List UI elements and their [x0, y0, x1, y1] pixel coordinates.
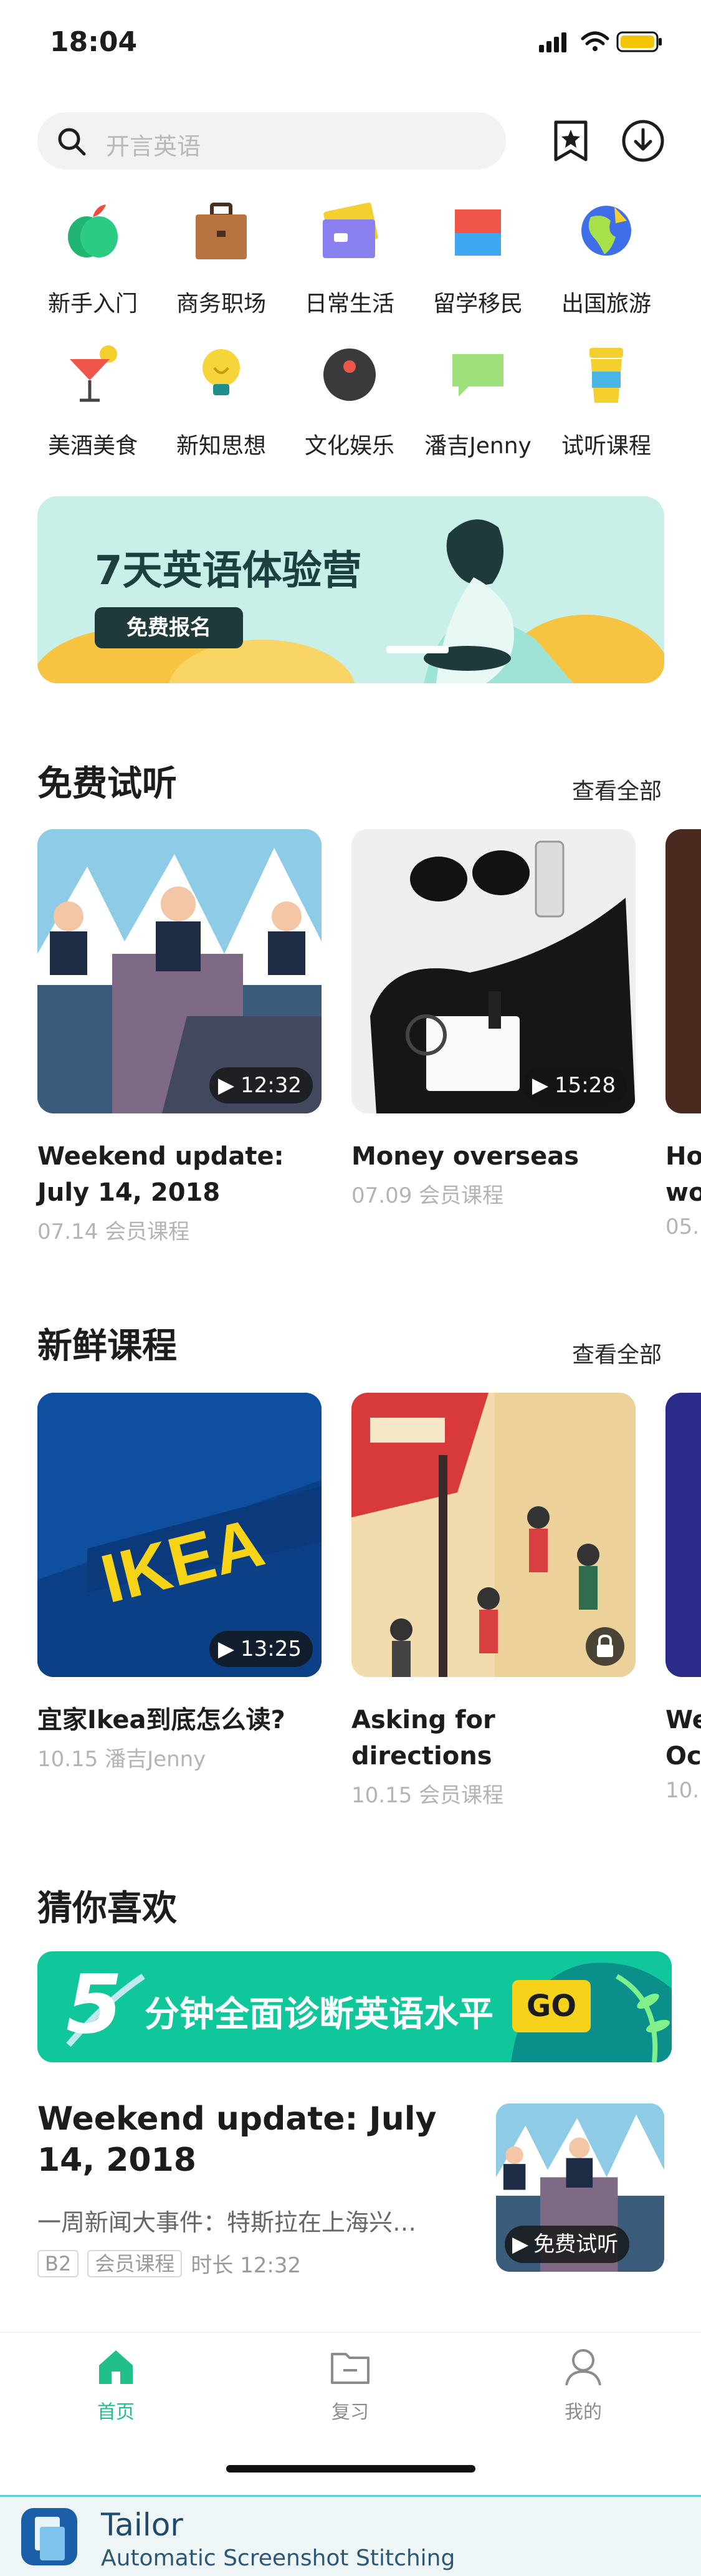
duration-badge: ▶ 12:32: [209, 1067, 313, 1103]
status-icons: [539, 31, 662, 52]
vinyl-record-icon: [323, 348, 376, 401]
category-trial[interactable]: 试听课程: [547, 340, 665, 478]
recommend-description: 一周新闻大事件：特斯拉在上海兴…: [37, 2209, 417, 2236]
category-food-drink[interactable]: 美酒美食: [34, 340, 152, 478]
course-card[interactable]: Asking for directions 10.15 会员课程: [351, 1393, 644, 1809]
person-icon: [565, 2349, 601, 2386]
recommend-duration: 时长 12:32: [191, 2253, 302, 2278]
level-tag: B2: [37, 2249, 79, 2277]
course-card[interactable]: ▶ 15:28 Money overseas 07.09 会员课程: [351, 829, 644, 1209]
play-icon: ▶: [217, 1073, 235, 1098]
course-meta: 07.14 会员课程: [37, 1219, 190, 1244]
tailor-subtitle: Automatic Screenshot Stitching: [101, 2545, 455, 2571]
recommend-thumbnail[interactable]: ▶ 免费试听: [496, 2103, 664, 2272]
course-meta: 10.15 潘吉Jenny: [37, 1747, 206, 1772]
free-trial-see-all[interactable]: 查看全部: [572, 773, 662, 805]
globe-icon: [581, 206, 631, 256]
home-indicator: [226, 2465, 475, 2473]
play-circle-icon: ▶: [512, 2232, 529, 2257]
play-icon: ▶: [532, 1073, 549, 1098]
flag-icon: [455, 209, 501, 256]
diagnosis-text: 分钟全面诊断英语水平: [145, 1994, 494, 2035]
course-thumbnail: [665, 1393, 701, 1677]
search-bar[interactable]: 开言英语: [37, 112, 506, 170]
course-thumbnail: [351, 1393, 636, 1677]
course-card-partial[interactable]: We Oc 10.1: [665, 1393, 701, 1803]
speech-bubble-icon: [452, 354, 503, 396]
home-icon: [99, 2350, 133, 2384]
recommend-title[interactable]: Weekend update: July 14, 2018: [37, 2098, 474, 2181]
diagnosis-number: 5: [66, 1957, 123, 2052]
category-beginner[interactable]: 新手入门: [34, 198, 152, 335]
lightbulb-icon: [203, 349, 240, 395]
wifi-icon: [581, 31, 609, 51]
guess-you-like-title: 猜你喜欢: [37, 1888, 177, 1929]
diagnosis-banner[interactable]: 5 分钟全面诊断英语水平 GO: [37, 1951, 672, 2062]
promo-banner[interactable]: 7天英语体验营 免费报名: [37, 496, 664, 683]
download-icon[interactable]: [621, 118, 665, 163]
course-title: Asking for directions: [351, 1706, 495, 1771]
tailor-name: Tailor: [101, 2507, 183, 2543]
tab-profile[interactable]: 我的: [521, 2345, 646, 2424]
folder-icon: [331, 2353, 370, 2384]
search-placeholder: 开言英语: [106, 133, 201, 160]
course-thumbnail: [665, 829, 701, 1113]
coffee-cup-icon: [589, 348, 623, 403]
course-card[interactable]: ▶ 12:32 Weekend update: July 14, 2018 07.…: [37, 829, 330, 1245]
category-new-ideas[interactable]: 新知思想: [162, 340, 280, 478]
course-title: Weekend update: July 14, 2018: [37, 1142, 284, 1207]
battery-icon: [616, 31, 662, 52]
duration-badge: ▶ 15:28: [523, 1067, 627, 1103]
search-icon: [58, 128, 86, 156]
fresh-courses-title: 新鲜课程: [37, 1326, 177, 1367]
tab-bar: 首页 复习 我的: [0, 2332, 701, 2500]
lock-icon: [586, 1627, 624, 1666]
fresh-courses-see-all[interactable]: 查看全部: [572, 1337, 662, 1369]
wallet-icon: [323, 202, 378, 258]
course-meta: 10.1: [665, 1778, 701, 1803]
recommend-tags: B2 会员课程 时长 12:32: [37, 2248, 301, 2279]
cocktail-icon: [70, 345, 117, 402]
status-time: 18:04: [50, 26, 138, 58]
banner-title: 7天英语体验营: [95, 548, 362, 594]
course-meta: 07.09 会员课程: [351, 1183, 504, 1208]
course-thumbnail: IKEA ▶ 13:25: [37, 1393, 322, 1677]
tailor-bar: Tailor Automatic Screenshot Stitching: [0, 2495, 701, 2576]
briefcase-icon: [196, 203, 247, 259]
tab-review[interactable]: 复习: [288, 2345, 412, 2424]
course-title: Ho wo: [665, 1142, 701, 1207]
course-title: Money overseas: [351, 1142, 579, 1171]
banner-signup-button[interactable]: 免费报名: [95, 607, 243, 648]
apple-icon: [68, 204, 118, 257]
course-meta: 10.15 会员课程: [351, 1783, 504, 1808]
category-travel[interactable]: 出国旅游: [547, 198, 665, 335]
diagnosis-go-button[interactable]: GO: [512, 1980, 591, 2032]
member-tag: 会员课程: [87, 2249, 183, 2277]
category-culture[interactable]: 文化娱乐: [290, 340, 409, 478]
course-thumbnail: ▶ 12:32: [37, 829, 322, 1113]
category-jenny[interactable]: 潘吉Jenny: [419, 340, 537, 478]
bookmark-star-icon[interactable]: [548, 118, 593, 163]
free-trial-title: 免费试听: [37, 764, 177, 804]
course-card-partial[interactable]: Ho wo 05.1: [665, 829, 701, 1239]
course-card[interactable]: IKEA ▶ 13:25 宜家Ikea到底怎么读? 10.15 潘吉Jenny: [37, 1393, 330, 1772]
duration-badge: ▶ 13:25: [209, 1631, 313, 1667]
category-study-abroad[interactable]: 留学移民: [419, 198, 537, 335]
course-title: 宜家Ikea到底怎么读?: [37, 1706, 285, 1734]
cellular-signal-icon: [539, 32, 566, 52]
course-title: We Oc: [665, 1706, 701, 1771]
free-trial-badge: ▶ 免费试听: [505, 2226, 630, 2263]
tailor-app-icon: [21, 2508, 77, 2565]
play-icon: ▶: [217, 1636, 235, 1661]
course-thumbnail: ▶ 15:28: [351, 829, 636, 1113]
category-daily-life[interactable]: 日常生活: [290, 198, 409, 335]
course-meta: 05.1: [665, 1214, 701, 1239]
category-business[interactable]: 商务职场: [162, 198, 280, 335]
tab-home[interactable]: 首页: [54, 2345, 178, 2424]
